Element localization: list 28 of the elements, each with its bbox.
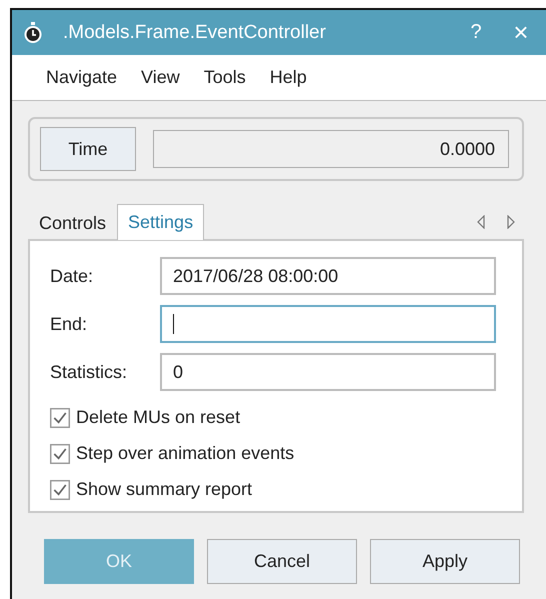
scroll-right-icon[interactable] <box>506 215 516 229</box>
field-value: 0 <box>173 362 184 382</box>
menu-item[interactable]: Tools <box>192 67 258 88</box>
field-label: Date: <box>50 266 94 286</box>
input-field[interactable]: 0 <box>160 353 496 391</box>
menu-item[interactable]: View <box>129 67 192 88</box>
checkbox-label: Delete MUs on reset <box>76 407 240 428</box>
checkbox[interactable] <box>50 408 70 428</box>
time-button[interactable]: Time <box>40 127 136 171</box>
dialog-button[interactable]: Cancel <box>207 539 357 584</box>
menu-item[interactable]: Navigate <box>34 67 130 88</box>
window-title: .Models.Frame.EventController <box>63 22 327 44</box>
scroll-left-icon[interactable] <box>476 215 486 229</box>
checkbox[interactable] <box>50 444 70 464</box>
tab[interactable]: Settings <box>117 204 204 240</box>
tab[interactable]: Controls <box>28 206 118 239</box>
stopwatch-icon <box>23 22 43 44</box>
dialog-button[interactable]: Apply <box>370 539 520 584</box>
field-value: 2017/06/28 08:00:00 <box>173 266 338 286</box>
checkbox-label: Step over animation events <box>76 443 294 464</box>
checkbox-label: Show summary report <box>76 479 252 500</box>
field-label: Statistics: <box>50 362 128 382</box>
field-label: End: <box>50 314 88 334</box>
checkbox[interactable] <box>50 480 70 500</box>
input-field[interactable] <box>160 305 496 343</box>
time-display: 0.0000 <box>153 130 509 168</box>
menu-item[interactable]: Help <box>258 67 319 88</box>
input-field[interactable]: 2017/06/28 08:00:00 <box>160 257 496 295</box>
